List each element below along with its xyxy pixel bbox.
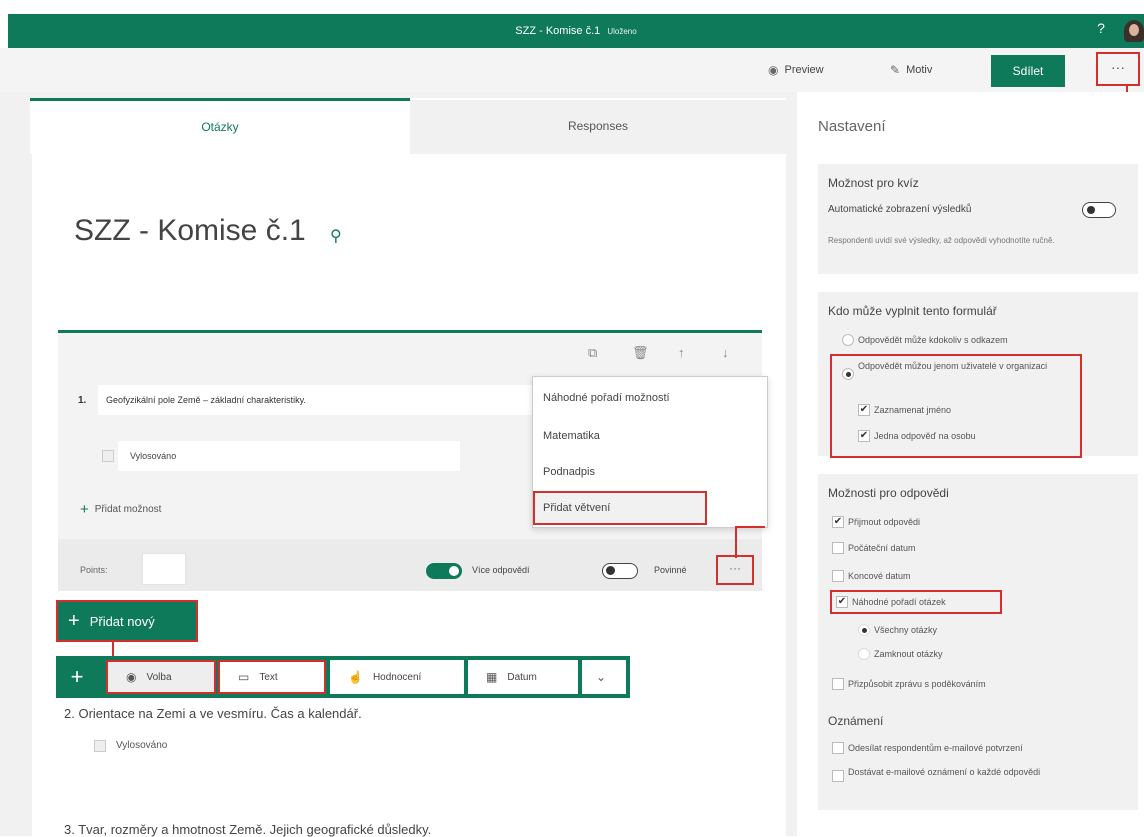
option-checkbox: [102, 450, 114, 462]
email-receipt-label: Odesílat respondentům e-mailové potvrzen…: [848, 743, 1023, 753]
multiple-answers-label: Více odpovědí: [472, 565, 530, 575]
all-questions-radio[interactable]: [858, 624, 870, 636]
thank-you-label: Přizpůsobit zprávu s poděkováním: [848, 679, 986, 689]
lock-questions-label: Zamknout otázky: [874, 649, 943, 659]
document-title: SZZ - Komise č.1 Uloženo: [8, 14, 1144, 48]
type-choice-button[interactable]: ◉ Volba: [106, 660, 216, 694]
share-button[interactable]: Sdílet: [991, 55, 1065, 87]
plus-icon: +: [68, 609, 80, 632]
saved-status: Uloženo: [607, 27, 637, 36]
quiz-heading: Možnost pro kvíz: [828, 176, 919, 190]
tab-questions[interactable]: Otázky: [30, 98, 410, 154]
response-options-section: Možnosti pro odpovědi ✔ Přijmout odpověd…: [818, 474, 1138, 810]
annotation-frame: [830, 590, 1002, 614]
add-new-label: Přidat nový: [89, 613, 155, 629]
avatar[interactable]: [1124, 20, 1144, 42]
end-date-label: Koncové datum: [848, 571, 911, 581]
type-text-label: Text: [259, 671, 278, 683]
type-rating-label: Hodnocení: [372, 671, 422, 683]
copy-icon[interactable]: ⧉: [588, 345, 597, 361]
email-each-checkbox[interactable]: [832, 770, 844, 782]
more-options-button[interactable]: ···: [1096, 52, 1140, 86]
settings-title: Nastavení: [818, 118, 886, 135]
anyone-label: Odpovědět může kdokoliv s odkazem: [858, 335, 1008, 345]
type-text-button[interactable]: ▭ Text: [218, 660, 326, 694]
quiz-note: Respondenti uvidí své výsledky, až odpov…: [828, 236, 1055, 245]
thumbs-up-icon: ☝: [348, 670, 363, 684]
multiple-answers-toggle[interactable]: [426, 563, 462, 579]
add-new-button[interactable]: + Přidat nový: [56, 600, 198, 642]
annotation-line: [735, 526, 765, 528]
question-text[interactable]: 2. Orientace na Zemi a ve vesmíru. Čas a…: [64, 706, 362, 721]
anyone-radio[interactable]: [842, 334, 854, 346]
eye-icon: ◉: [768, 63, 779, 77]
add-option-button[interactable]: + Přidat možnost: [80, 501, 161, 518]
question-more-button[interactable]: ···: [716, 555, 754, 585]
theme-label: Motiv: [906, 64, 933, 76]
delete-icon[interactable]: 🗑: [632, 345, 649, 361]
email-each-label: Dostávat e-mailové oznámení o každé odpo…: [848, 767, 1041, 777]
annotation-line: [735, 526, 737, 558]
menu-item-add-branching[interactable]: Přidat větvení: [533, 491, 707, 525]
menu-item-subtitle[interactable]: Podnadpis: [533, 455, 767, 489]
start-date-label: Počáteční datum: [848, 543, 916, 553]
app-bar: SZZ - Komise č.1 Uloženo ?: [8, 14, 1144, 48]
required-toggle[interactable]: [602, 563, 638, 579]
question-type-bar: + ◉ Volba ▭ Text ☝ Hodnocení ▦ Datum ⌄: [56, 656, 630, 698]
lock-questions-radio[interactable]: [858, 648, 870, 660]
palette-icon: ✎: [890, 63, 901, 77]
help-icon[interactable]: ?: [1094, 20, 1108, 36]
all-questions-label: Všechny otázky: [874, 625, 938, 635]
auto-results-label: Automatické zobrazení výsledků: [828, 204, 972, 215]
radio-icon: ◉: [126, 670, 137, 684]
calendar-icon: ▦: [486, 670, 498, 684]
more-types-button[interactable]: ⌄: [582, 660, 626, 694]
type-date-button[interactable]: ▦ Datum: [468, 660, 578, 694]
question-text[interactable]: Geofyzikální pole Země – základní charak…: [106, 395, 306, 405]
notifications-heading: Oznámení: [828, 714, 884, 728]
accept-responses-label: Přijmout odpovědi: [848, 517, 921, 527]
theme-button[interactable]: ✎ Motiv: [890, 48, 932, 92]
question-context-menu: Náhodné pořadí možností Matematika Podna…: [532, 376, 768, 528]
required-label: Povinné: [654, 565, 687, 575]
points-input[interactable]: [142, 553, 186, 585]
end-date-checkbox[interactable]: [832, 570, 844, 582]
preview-label: Preview: [784, 64, 824, 76]
add-option-label: Přidat možnost: [94, 504, 162, 515]
points-label: Points:: [80, 565, 108, 575]
option-label[interactable]: Vylosováno: [130, 451, 176, 461]
quiz-options-section: Možnost pro kvíz Automatické zobrazení v…: [818, 164, 1138, 274]
type-choice-label: Volba: [146, 671, 172, 683]
type-date-label: Datum: [507, 671, 537, 683]
thank-you-checkbox[interactable]: [832, 678, 844, 690]
type-rating-button[interactable]: ☝ Hodnocení: [330, 660, 464, 694]
accept-responses-checkbox[interactable]: ✔: [832, 516, 844, 528]
email-receipt-checkbox[interactable]: [832, 742, 844, 754]
branching-icon: ⚲: [330, 228, 342, 245]
annotation-frame: [830, 354, 1082, 458]
question-number: 1.: [78, 395, 87, 406]
form-title[interactable]: SZZ - Komise č.1: [74, 214, 306, 248]
tab-responses[interactable]: Responses: [410, 100, 786, 154]
document-title-text: SZZ - Komise č.1: [515, 25, 601, 37]
option-checkbox: [94, 740, 106, 752]
plus-icon[interactable]: +: [56, 656, 98, 698]
who-heading: Kdo může vyplnit tento formulář: [828, 304, 997, 318]
option-label: Vylosováno: [116, 740, 168, 751]
plus-icon: +: [80, 501, 89, 518]
preview-button[interactable]: ◉ Preview: [768, 48, 824, 92]
menu-item-shuffle-options[interactable]: Náhodné pořadí možností: [533, 381, 767, 415]
responses-heading: Možnosti pro odpovědi: [828, 486, 949, 500]
move-up-icon[interactable]: ↑: [678, 345, 685, 360]
auto-results-toggle[interactable]: [1082, 202, 1116, 218]
command-bar: ◉ Preview ✎ Motiv: [0, 48, 1144, 92]
menu-item-math[interactable]: Matematika: [533, 419, 767, 453]
chevron-down-icon: ⌄: [596, 670, 607, 684]
text-field-icon: ▭: [238, 670, 250, 684]
start-date-checkbox[interactable]: [832, 542, 844, 554]
move-down-icon[interactable]: ↓: [722, 345, 729, 360]
question-text[interactable]: 3. Tvar, rozměry a hmotnost Země. Jejich…: [64, 822, 431, 837]
